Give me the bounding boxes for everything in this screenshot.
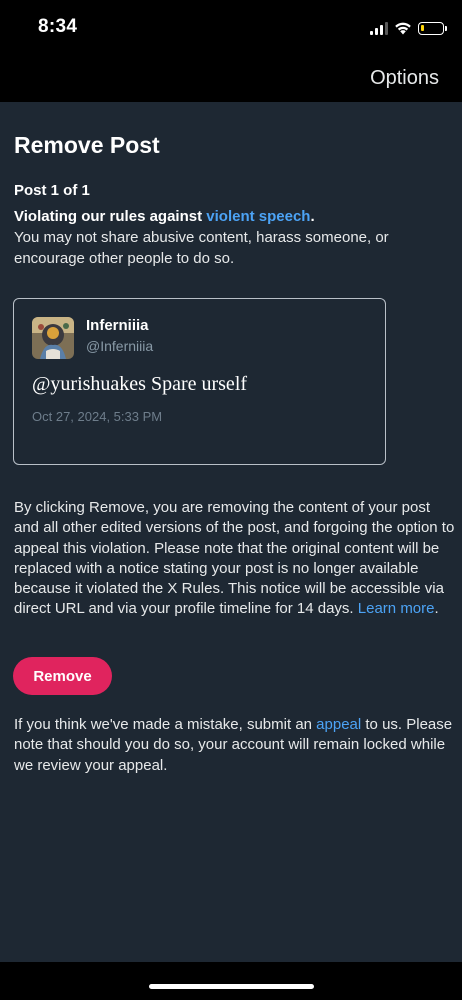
avatar — [32, 317, 74, 359]
appeal-prefix: If you think we've made a mistake, submi… — [14, 716, 317, 733]
home-indicator[interactable] — [149, 984, 314, 989]
page-title: Remove Post — [14, 132, 160, 158]
remove-button[interactable]: Remove — [13, 657, 112, 695]
violent-speech-link[interactable]: violent speech — [206, 208, 310, 225]
violation-suffix: . — [310, 208, 315, 225]
post-author-handle: @Inferniiia — [86, 338, 154, 354]
post-count: Post 1 of 1 — [14, 182, 90, 199]
appeal-notice: If you think we've made a mistake, submi… — [14, 715, 456, 776]
post-author-name: Inferniiia — [86, 317, 149, 334]
post-card: Inferniiia @Inferniiia @yurishuakes Spar… — [13, 298, 386, 465]
battery-level — [421, 24, 424, 31]
status-icons — [370, 18, 447, 38]
appeal-link[interactable]: appeal — [316, 716, 361, 733]
post-date: Oct 27, 2024, 5:33 PM — [32, 409, 163, 424]
wifi-icon — [395, 22, 411, 35]
violation-prefix: Violating our rules against — [14, 208, 207, 225]
status-time: 8:34 — [38, 16, 78, 37]
status-bar: 8:34 — [0, 0, 462, 56]
nav-bar: Options — [0, 56, 462, 102]
violation-description: You may not share abusive content, haras… — [14, 229, 389, 267]
remove-post-panel: Remove Post Post 1 of 1 Violating our ru… — [0, 102, 462, 962]
home-indicator-area — [0, 962, 462, 1000]
violation-notice: Violating our rules against violent spee… — [14, 206, 454, 269]
battery-icon — [418, 21, 447, 35]
removal-explanation: By clicking Remove, you are removing the… — [14, 498, 456, 620]
explanation-end: . — [434, 600, 439, 618]
learn-more-link[interactable]: Learn more — [358, 600, 435, 617]
options-button[interactable]: Options — [370, 67, 439, 90]
cellular-signal-icon — [370, 21, 388, 35]
post-text: @yurishuakes Spare urself — [32, 373, 248, 395]
